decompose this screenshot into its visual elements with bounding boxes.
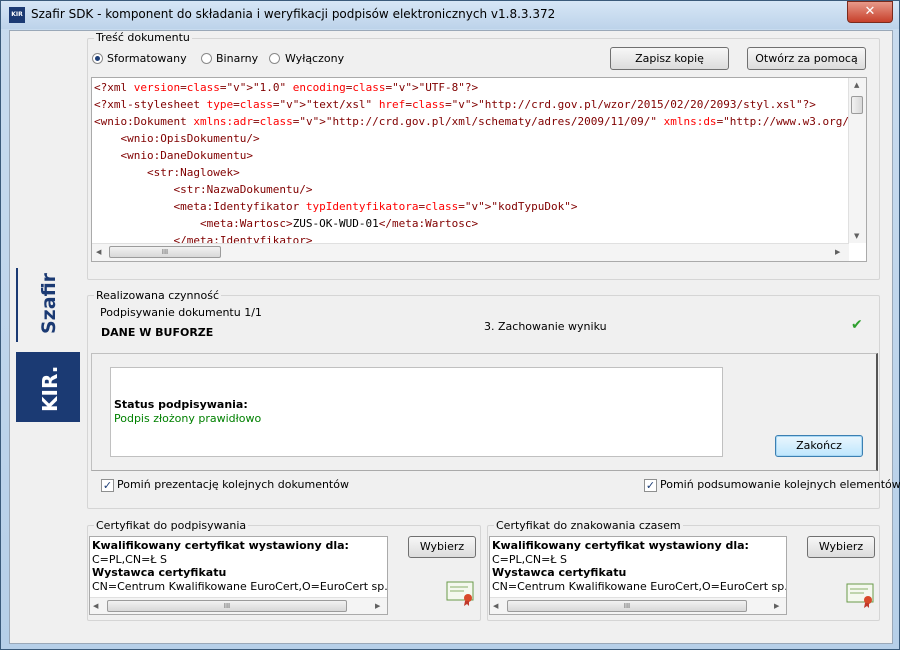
- cert-time-scrollbar[interactable]: ◀ III ▶: [490, 597, 786, 614]
- xml-vertical-scrollbar[interactable]: ▲ ▼: [848, 78, 866, 243]
- radio-binary-label[interactable]: Binarny: [216, 52, 258, 65]
- cert-sign-subject: C=PL,CN=Ł S: [92, 553, 167, 566]
- cert-time-issuer-heading: Wystawca certyfikatu: [492, 566, 627, 579]
- code-line: <str:Naglowek>: [94, 166, 240, 179]
- cert-sign-info[interactable]: Kwalifikowany certyfikat wystawiony dla:…: [89, 536, 388, 615]
- cert-time-group-label: Certyfikat do znakowania czasem: [494, 519, 683, 532]
- close-button[interactable]: ✕: [847, 1, 893, 23]
- code-line: <wnio:DaneDokumentu>: [94, 149, 253, 162]
- cert-time-scroll-thumb[interactable]: III: [507, 600, 747, 612]
- scroll-left-icon[interactable]: ◀: [493, 602, 498, 610]
- certificate-icon: [446, 581, 476, 607]
- radio-binary[interactable]: [201, 53, 212, 64]
- scroll-up-icon[interactable]: ▲: [854, 81, 859, 89]
- scroll-right-icon[interactable]: ▶: [835, 248, 840, 256]
- document-group-label: Treść dokumentu: [94, 31, 192, 44]
- certificate-icon: [846, 583, 876, 609]
- app-window: KIR Szafir SDK - komponent do składania …: [0, 0, 900, 650]
- scroll-down-icon[interactable]: ▼: [854, 232, 859, 240]
- cert-sign-scroll-thumb[interactable]: III: [107, 600, 347, 612]
- logo-divider: [16, 268, 18, 342]
- save-copy-button[interactable]: Zapisz kopię: [610, 47, 729, 70]
- xml-viewer[interactable]: <?xml version=class="v">"1.0" encoding=c…: [91, 77, 867, 262]
- kir-logo-text: KIR.: [38, 365, 62, 412]
- app-icon: KIR: [9, 7, 25, 23]
- skip-presentation-checkbox[interactable]: ✓: [101, 479, 114, 492]
- szafir-logo-text: Szafir: [38, 272, 60, 334]
- code-line: <meta:Identyfikator typIdentyfikatora=cl…: [94, 200, 578, 213]
- cert-sign-choose-button[interactable]: Wybierz: [408, 536, 476, 558]
- title-bar[interactable]: KIR Szafir SDK - komponent do składania …: [1, 1, 899, 29]
- code-line: <?xml version=class="v">"1.0" encoding=c…: [94, 81, 479, 94]
- szafir-logo: Szafir: [16, 264, 80, 348]
- skip-summary-checkbox[interactable]: ✓: [644, 479, 657, 492]
- code-line: <?xml-stylesheet type=class="v">"text/xs…: [94, 98, 816, 111]
- code-line: <wnio:OpisDokumentu/>: [94, 132, 260, 145]
- code-line: <wnio:Dokument xmlns:adr=class="v">"http…: [94, 115, 867, 128]
- cert-time-choose-button[interactable]: Wybierz: [807, 536, 875, 558]
- finish-button[interactable]: Zakończ: [775, 435, 863, 457]
- radio-disabled[interactable]: [269, 53, 280, 64]
- scroll-right-icon[interactable]: ▶: [375, 602, 380, 610]
- skip-summary-label[interactable]: Pomiń podsumowanie kolejnych elementów: [660, 478, 900, 491]
- scroll-right-icon[interactable]: ▶: [774, 602, 779, 610]
- cert-time-info[interactable]: Kwalifikowany certyfikat wystawiony dla:…: [489, 536, 787, 615]
- cert-time-heading: Kwalifikowany certyfikat wystawiony dla:: [492, 539, 749, 552]
- skip-presentation-label[interactable]: Pomiń prezentację kolejnych dokumentów: [117, 478, 349, 491]
- cert-sign-group-label: Certyfikat do podpisywania: [94, 519, 249, 532]
- window-title: Szafir SDK - komponent do składania i we…: [31, 7, 556, 21]
- cert-time-issuer: CN=Centrum Kwalifikowane EuroCert,O=Euro…: [492, 580, 787, 593]
- code-line: <str:NazwaDokumentu/>: [94, 183, 313, 196]
- cert-sign-issuer-heading: Wystawca certyfikatu: [92, 566, 227, 579]
- xml-horizontal-scrollbar[interactable]: ◀ III ▶: [92, 243, 849, 261]
- kir-logo: KIR.: [16, 352, 80, 422]
- cert-time-subject: C=PL,CN=Ł S: [492, 553, 567, 566]
- cert-sign-issuer: CN=Centrum Kwalifikowane EuroCert,O=Euro…: [92, 580, 388, 593]
- radio-formatted-label[interactable]: Sformatowany: [107, 52, 187, 65]
- status-value: Podpis złożony prawidłowo: [114, 412, 262, 425]
- scroll-left-icon[interactable]: ◀: [96, 248, 101, 256]
- xml-vertical-scroll-thumb[interactable]: [851, 96, 863, 114]
- radio-formatted[interactable]: [92, 53, 103, 64]
- cert-sign-heading: Kwalifikowany certyfikat wystawiony dla:: [92, 539, 349, 552]
- check-icon: ✔: [851, 317, 863, 333]
- open-with-button[interactable]: Otwórz za pomocą: [747, 47, 866, 70]
- buffer-text: DANE W BUFORZE: [101, 326, 214, 339]
- cert-sign-scrollbar[interactable]: ◀ III ▶: [90, 597, 387, 614]
- step-text: 3. Zachowanie wyniku: [484, 320, 607, 333]
- code-line: <meta:Wartosc>ZUS-OK-WUD-01</meta:Wartos…: [94, 217, 479, 230]
- scroll-left-icon[interactable]: ◀: [93, 602, 98, 610]
- xml-horizontal-scroll-thumb[interactable]: III: [109, 246, 221, 258]
- side-logo: Szafir KIR.: [16, 264, 80, 424]
- status-label: Status podpisywania:: [114, 398, 248, 411]
- radio-disabled-label[interactable]: Wyłączony: [285, 52, 344, 65]
- progress-text: Podpisywanie dokumentu 1/1: [100, 306, 262, 319]
- activity-group-label: Realizowana czynność: [94, 289, 222, 302]
